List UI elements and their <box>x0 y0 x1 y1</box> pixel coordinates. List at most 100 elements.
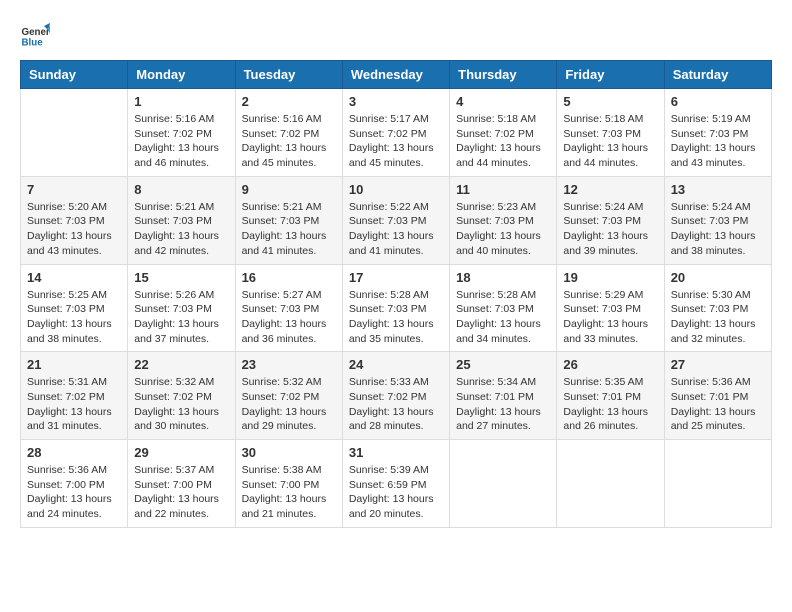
calendar-header-row: SundayMondayTuesdayWednesdayThursdayFrid… <box>21 61 772 89</box>
day-info: Sunrise: 5:36 AM Sunset: 7:00 PM Dayligh… <box>27 463 121 522</box>
day-number: 1 <box>134 94 228 109</box>
day-info: Sunrise: 5:25 AM Sunset: 7:03 PM Dayligh… <box>27 288 121 347</box>
day-number: 28 <box>27 445 121 460</box>
svg-text:General: General <box>22 27 51 38</box>
day-info: Sunrise: 5:17 AM Sunset: 7:02 PM Dayligh… <box>349 112 443 171</box>
calendar-cell: 13 Sunrise: 5:24 AM Sunset: 7:03 PM Dayli… <box>664 176 771 264</box>
day-number: 31 <box>349 445 443 460</box>
calendar-table: SundayMondayTuesdayWednesdayThursdayFrid… <box>20 60 772 528</box>
day-number: 17 <box>349 270 443 285</box>
day-number: 10 <box>349 182 443 197</box>
day-info: Sunrise: 5:36 AM Sunset: 7:01 PM Dayligh… <box>671 375 765 434</box>
day-number: 18 <box>456 270 550 285</box>
calendar-cell: 16 Sunrise: 5:27 AM Sunset: 7:03 PM Dayli… <box>235 264 342 352</box>
day-info: Sunrise: 5:32 AM Sunset: 7:02 PM Dayligh… <box>134 375 228 434</box>
day-number: 13 <box>671 182 765 197</box>
calendar-cell: 19Sunrise: 5:29 AM Sunset: 7:03 PM Dayli… <box>557 264 664 352</box>
calendar-cell: 8 Sunrise: 5:21 AM Sunset: 7:03 PM Daylig… <box>128 176 235 264</box>
calendar-cell: 9 Sunrise: 5:21 AM Sunset: 7:03 PM Daylig… <box>235 176 342 264</box>
svg-text:Blue: Blue <box>22 38 44 49</box>
weekday-header: Tuesday <box>235 61 342 89</box>
calendar-cell: 7 Sunrise: 5:20 AM Sunset: 7:03 PM Daylig… <box>21 176 128 264</box>
calendar-cell: 2Sunrise: 5:16 AM Sunset: 7:02 PM Daylig… <box>235 89 342 177</box>
day-number: 7 <box>27 182 121 197</box>
calendar-cell: 12 Sunrise: 5:24 AM Sunset: 7:03 PM Dayli… <box>557 176 664 264</box>
day-info: Sunrise: 5:24 AM Sunset: 7:03 PM Dayligh… <box>671 200 765 259</box>
day-number: 26 <box>563 357 657 372</box>
day-info: Sunrise: 5:29 AM Sunset: 7:03 PM Dayligh… <box>563 288 657 347</box>
weekday-header: Saturday <box>664 61 771 89</box>
day-info: Sunrise: 5:24 AM Sunset: 7:03 PM Dayligh… <box>563 200 657 259</box>
day-number: 30 <box>242 445 336 460</box>
day-number: 6 <box>671 94 765 109</box>
day-info: Sunrise: 5:21 AM Sunset: 7:03 PM Dayligh… <box>242 200 336 259</box>
calendar-week-row: 1 Sunrise: 5:16 AM Sunset: 7:02 PM Daylig… <box>21 89 772 177</box>
calendar-cell: 18 Sunrise: 5:28 AM Sunset: 7:03 PM Dayli… <box>450 264 557 352</box>
calendar-cell: 5 Sunrise: 5:18 AM Sunset: 7:03 PM Daylig… <box>557 89 664 177</box>
day-number: 11 <box>456 182 550 197</box>
weekday-header: Monday <box>128 61 235 89</box>
calendar-cell <box>664 440 771 528</box>
day-number: 16 <box>242 270 336 285</box>
calendar-cell: 29 Sunrise: 5:37 AM Sunset: 7:00 PM Dayli… <box>128 440 235 528</box>
calendar-week-row: 7 Sunrise: 5:20 AM Sunset: 7:03 PM Daylig… <box>21 176 772 264</box>
calendar-cell: 15Sunrise: 5:26 AM Sunset: 7:03 PM Dayli… <box>128 264 235 352</box>
calendar-cell: 1 Sunrise: 5:16 AM Sunset: 7:02 PM Daylig… <box>128 89 235 177</box>
calendar-cell: 6 Sunrise: 5:19 AM Sunset: 7:03 PM Daylig… <box>664 89 771 177</box>
day-info: Sunrise: 5:21 AM Sunset: 7:03 PM Dayligh… <box>134 200 228 259</box>
day-number: 8 <box>134 182 228 197</box>
day-info: Sunrise: 5:38 AM Sunset: 7:00 PM Dayligh… <box>242 463 336 522</box>
day-number: 29 <box>134 445 228 460</box>
day-info: Sunrise: 5:37 AM Sunset: 7:00 PM Dayligh… <box>134 463 228 522</box>
day-info: Sunrise: 5:39 AM Sunset: 6:59 PM Dayligh… <box>349 463 443 522</box>
day-info: Sunrise: 5:31 AM Sunset: 7:02 PM Dayligh… <box>27 375 121 434</box>
calendar-cell: 31 Sunrise: 5:39 AM Sunset: 6:59 PM Dayli… <box>342 440 449 528</box>
day-info: Sunrise: 5:18 AM Sunset: 7:02 PM Dayligh… <box>456 112 550 171</box>
calendar-cell: 26Sunrise: 5:35 AM Sunset: 7:01 PM Dayli… <box>557 352 664 440</box>
day-number: 25 <box>456 357 550 372</box>
calendar-cell: 23Sunrise: 5:32 AM Sunset: 7:02 PM Dayli… <box>235 352 342 440</box>
day-number: 15 <box>134 270 228 285</box>
day-info: Sunrise: 5:30 AM Sunset: 7:03 PM Dayligh… <box>671 288 765 347</box>
calendar-week-row: 21 Sunrise: 5:31 AM Sunset: 7:02 PM Dayli… <box>21 352 772 440</box>
weekday-header: Sunday <box>21 61 128 89</box>
day-info: Sunrise: 5:19 AM Sunset: 7:03 PM Dayligh… <box>671 112 765 171</box>
calendar-cell <box>557 440 664 528</box>
day-info: Sunrise: 5:16 AM Sunset: 7:02 PM Dayligh… <box>242 112 336 171</box>
day-info: Sunrise: 5:28 AM Sunset: 7:03 PM Dayligh… <box>456 288 550 347</box>
day-info: Sunrise: 5:20 AM Sunset: 7:03 PM Dayligh… <box>27 200 121 259</box>
day-number: 27 <box>671 357 765 372</box>
weekday-header: Thursday <box>450 61 557 89</box>
day-info: Sunrise: 5:27 AM Sunset: 7:03 PM Dayligh… <box>242 288 336 347</box>
day-info: Sunrise: 5:33 AM Sunset: 7:02 PM Dayligh… <box>349 375 443 434</box>
day-number: 3 <box>349 94 443 109</box>
day-number: 14 <box>27 270 121 285</box>
day-number: 20 <box>671 270 765 285</box>
day-info: Sunrise: 5:23 AM Sunset: 7:03 PM Dayligh… <box>456 200 550 259</box>
calendar-week-row: 28 Sunrise: 5:36 AM Sunset: 7:00 PM Dayli… <box>21 440 772 528</box>
calendar-cell: 22 Sunrise: 5:32 AM Sunset: 7:02 PM Dayli… <box>128 352 235 440</box>
logo-icon: General Blue <box>20 20 50 50</box>
calendar-cell: 30 Sunrise: 5:38 AM Sunset: 7:00 PM Dayli… <box>235 440 342 528</box>
calendar-cell <box>450 440 557 528</box>
calendar-cell: 25 Sunrise: 5:34 AM Sunset: 7:01 PM Dayli… <box>450 352 557 440</box>
calendar-cell: 20 Sunrise: 5:30 AM Sunset: 7:03 PM Dayli… <box>664 264 771 352</box>
day-number: 24 <box>349 357 443 372</box>
day-number: 5 <box>563 94 657 109</box>
day-number: 12 <box>563 182 657 197</box>
day-number: 9 <box>242 182 336 197</box>
calendar-cell: 4Sunrise: 5:18 AM Sunset: 7:02 PM Daylig… <box>450 89 557 177</box>
day-number: 21 <box>27 357 121 372</box>
day-info: Sunrise: 5:16 AM Sunset: 7:02 PM Dayligh… <box>134 112 228 171</box>
day-number: 22 <box>134 357 228 372</box>
day-info: Sunrise: 5:34 AM Sunset: 7:01 PM Dayligh… <box>456 375 550 434</box>
calendar-cell: 14 Sunrise: 5:25 AM Sunset: 7:03 PM Dayli… <box>21 264 128 352</box>
calendar-cell: 21 Sunrise: 5:31 AM Sunset: 7:02 PM Dayli… <box>21 352 128 440</box>
day-info: Sunrise: 5:22 AM Sunset: 7:03 PM Dayligh… <box>349 200 443 259</box>
day-info: Sunrise: 5:32 AM Sunset: 7:02 PM Dayligh… <box>242 375 336 434</box>
day-info: Sunrise: 5:28 AM Sunset: 7:03 PM Dayligh… <box>349 288 443 347</box>
day-info: Sunrise: 5:18 AM Sunset: 7:03 PM Dayligh… <box>563 112 657 171</box>
calendar-cell: 24 Sunrise: 5:33 AM Sunset: 7:02 PM Dayli… <box>342 352 449 440</box>
page-header: General Blue <box>20 20 772 50</box>
logo: General Blue <box>20 20 50 50</box>
